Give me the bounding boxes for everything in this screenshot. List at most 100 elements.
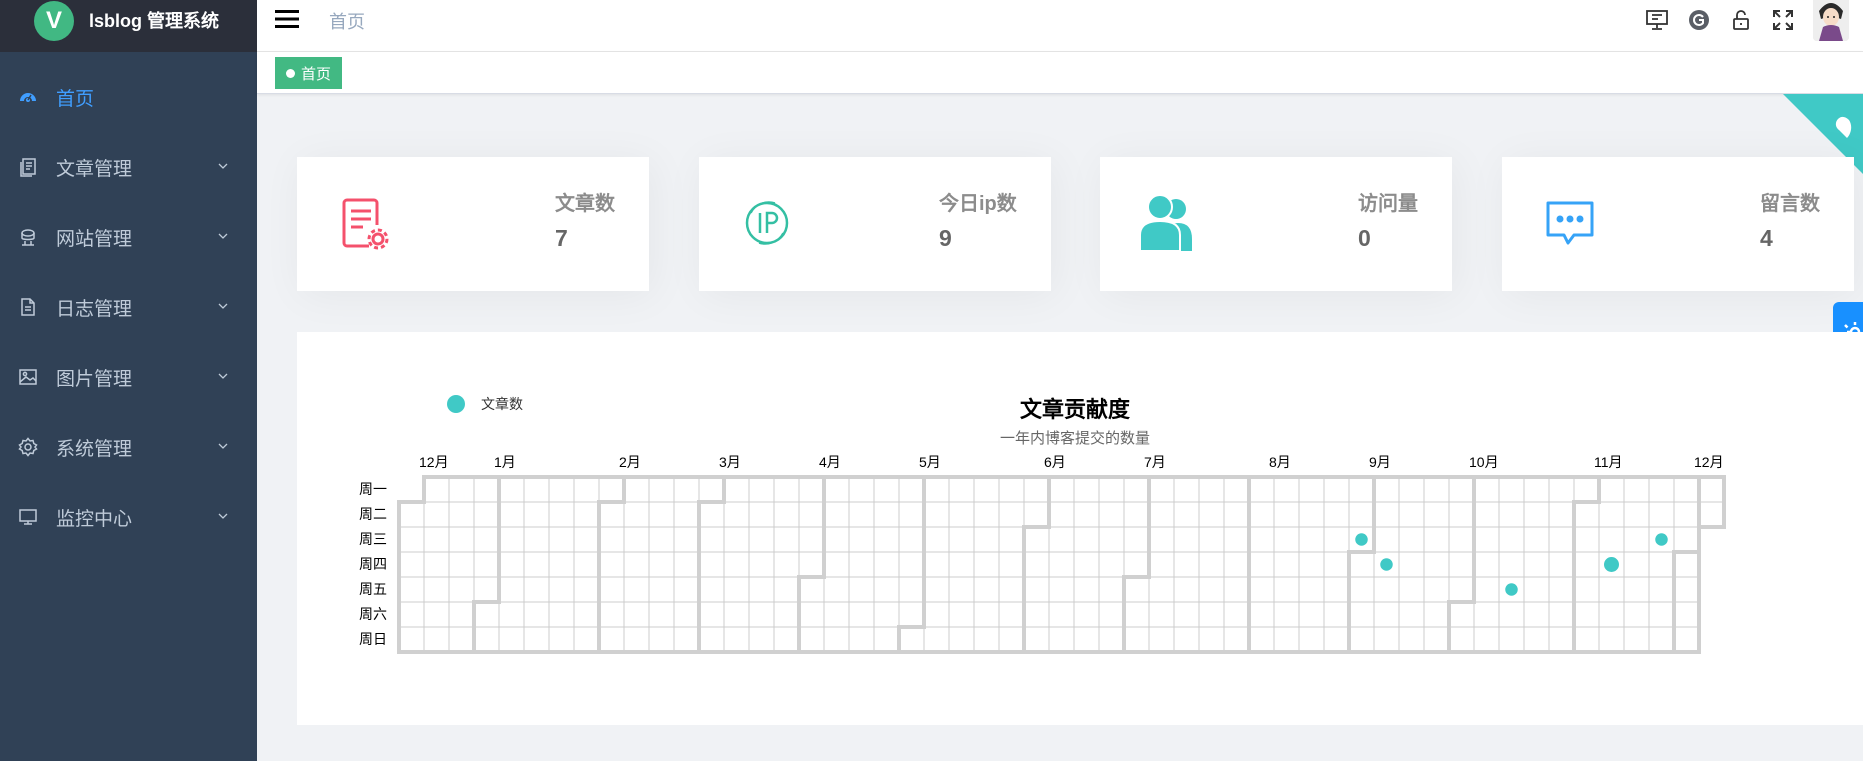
heatmap-cell <box>1073 601 1100 628</box>
month-label: 12月 <box>419 454 449 470</box>
sidebar-item-label: 监控中心 <box>56 508 133 530</box>
heatmap-cell <box>1473 626 1500 653</box>
sidebar-item-website[interactable]: 网站管理 <box>0 202 257 272</box>
sidebar-item-images[interactable]: 图片管理 <box>0 342 257 412</box>
heatmap-cell <box>1673 601 1700 628</box>
heatmap-cell <box>998 526 1025 553</box>
lock-icon[interactable] <box>1729 8 1753 32</box>
heatmap-cell <box>673 526 700 553</box>
chevron-down-icon <box>218 163 228 169</box>
heatmap-cell <box>498 601 525 628</box>
heatmap-cell <box>1223 501 1250 528</box>
sidebar-item-home[interactable]: 首页 <box>0 62 257 132</box>
logo-icon: V <box>34 1 74 41</box>
heatmap-cell <box>1398 526 1425 553</box>
heatmap-cell <box>1273 626 1300 653</box>
heatmap-cell <box>1523 551 1550 578</box>
heatmap-cell <box>1473 551 1500 578</box>
heatmap-cell <box>1098 551 1125 578</box>
heatmap-cell <box>448 626 475 653</box>
tag-home[interactable]: 首页 <box>275 57 343 89</box>
card-ip[interactable]: 今日ip数 9 <box>699 157 1051 291</box>
fullscreen-icon[interactable] <box>1771 8 1795 32</box>
heatmap-cell <box>1298 501 1325 528</box>
heatmap-cell <box>648 601 675 628</box>
heatmap-cell <box>823 501 850 528</box>
heatmap-cell <box>948 501 975 528</box>
heatmap-cell <box>1298 526 1325 553</box>
heatmap-cell <box>548 551 575 578</box>
monitor-icon[interactable] <box>1645 8 1669 32</box>
heatmap-cell <box>398 601 425 628</box>
heatmap-cell <box>1673 526 1700 553</box>
sidebar-item-label: 首页 <box>56 88 95 110</box>
sidebar: V lsblog 管理系统 首页 文章管理 网站管理 日志管理 图片管理 系统管… <box>0 0 257 761</box>
heatmap-cell <box>698 476 725 503</box>
heatmap-cell <box>823 626 850 653</box>
heatmap-cell <box>573 476 600 503</box>
hamburger-icon[interactable] <box>275 8 299 30</box>
heatmap-cell <box>948 551 975 578</box>
heatmap-cell <box>773 551 800 578</box>
heatmap-cell <box>1648 476 1675 503</box>
heatmap-cell <box>1498 476 1525 503</box>
card-articles[interactable]: 文章数 7 <box>297 157 649 291</box>
card-visits[interactable]: 访问量 0 <box>1100 157 1452 291</box>
dashboard-icon <box>18 87 38 107</box>
heatmap-cell <box>498 501 525 528</box>
heatmap-cell <box>798 576 825 603</box>
heatmap-cell <box>848 476 875 503</box>
heatmap-cell <box>623 476 650 503</box>
heatmap-cell <box>623 526 650 553</box>
heatmap-cell <box>1673 551 1700 578</box>
heatmap-cell <box>673 476 700 503</box>
heatmap-cell <box>798 626 825 653</box>
heatmap-cell <box>873 601 900 628</box>
heatmap-cell <box>1473 501 1500 528</box>
heatmap-cell <box>1323 576 1350 603</box>
heatmap-cell <box>1198 476 1225 503</box>
heatmap-cell <box>1448 526 1475 553</box>
heatmap-cell <box>423 476 450 503</box>
heatmap-cell <box>673 551 700 578</box>
month-label: 10月 <box>1469 454 1499 470</box>
avatar[interactable] <box>1813 0 1849 41</box>
heatmap-chart: 12月 1月 2月 3月 4月 5月 6月 7月 8月 9月 10月 11月 12月周一周二周三周四周五… <box>359 454 1726 654</box>
heatmap-cell <box>648 476 675 503</box>
heatmap-cell <box>1073 626 1100 653</box>
sidebar-item-label: 系统管理 <box>56 438 133 460</box>
month-label: 7月 <box>1144 454 1166 470</box>
sidebar-item-articles[interactable]: 文章管理 <box>0 132 257 202</box>
monitor-icon <box>18 507 38 527</box>
heatmap-cell <box>1123 526 1150 553</box>
heatmap-cell <box>1348 551 1375 578</box>
heatmap-cell <box>473 626 500 653</box>
card-messages[interactable]: 留言数 4 <box>1502 157 1854 291</box>
logo[interactable]: V lsblog 管理系统 <box>0 0 257 52</box>
heatmap-cell <box>498 476 525 503</box>
heatmap-cell <box>998 576 1025 603</box>
heatmap-cell <box>1123 601 1150 628</box>
github-icon[interactable] <box>1687 8 1711 32</box>
sidebar-item-logs[interactable]: 日志管理 <box>0 272 257 342</box>
heatmap-cell <box>1248 476 1275 503</box>
sidebar-item-monitor[interactable]: 监控中心 <box>0 482 257 552</box>
message-icon <box>1546 201 1594 245</box>
heatmap-cell <box>548 476 575 503</box>
heatmap-cell <box>848 526 875 553</box>
heatmap-cell <box>673 601 700 628</box>
heatmap-cell <box>1123 576 1150 603</box>
heatmap-cell <box>973 526 1000 553</box>
heatmap-cell <box>1273 526 1300 553</box>
image-icon <box>18 367 38 387</box>
sidebar-item-system[interactable]: 系统管理 <box>0 412 257 482</box>
heatmap-cell <box>1473 601 1500 628</box>
data-point <box>1604 557 1619 572</box>
heatmap-cell <box>898 501 925 528</box>
heatmap-cell <box>1448 576 1475 603</box>
heatmap-cell <box>998 501 1025 528</box>
heatmap-cell <box>523 501 550 528</box>
heatmap-cell <box>1273 576 1300 603</box>
heatmap-cell <box>1098 576 1125 603</box>
heatmap-cell <box>598 601 625 628</box>
